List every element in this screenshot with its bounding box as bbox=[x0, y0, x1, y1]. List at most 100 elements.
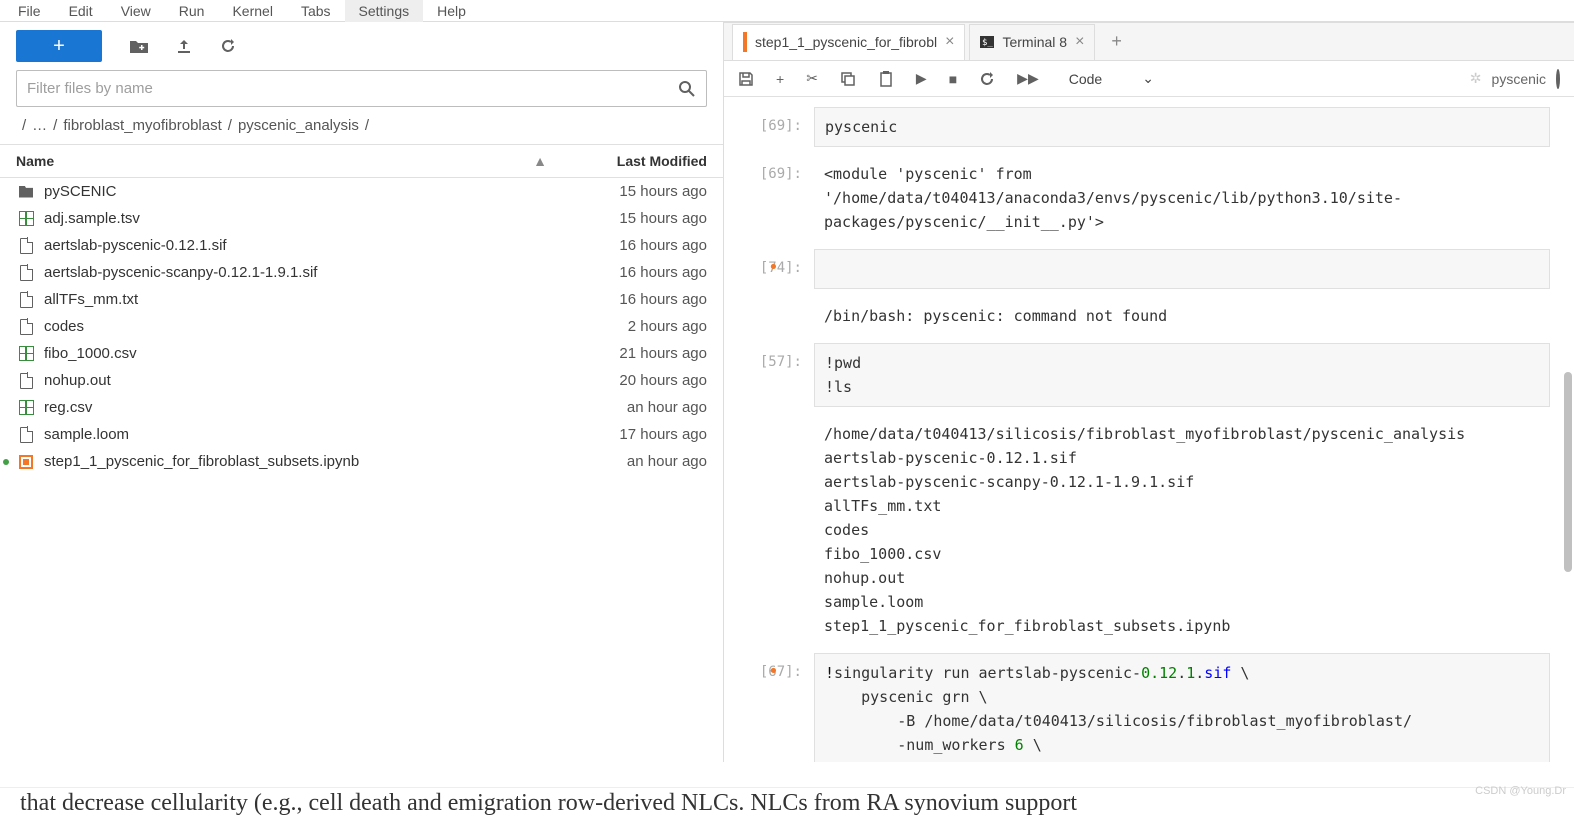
file-icon bbox=[16, 427, 36, 443]
notebook-cells[interactable]: [69]:pyscenic [69]:<module 'pyscenic' fro… bbox=[724, 97, 1574, 762]
paste-icon[interactable] bbox=[878, 71, 894, 87]
file-icon bbox=[16, 292, 36, 308]
file-modified: 2 hours ago bbox=[537, 318, 707, 335]
file-icon bbox=[16, 265, 36, 281]
file-row[interactable]: pySCENIC15 hours ago bbox=[0, 178, 723, 205]
menu-file[interactable]: File bbox=[4, 0, 55, 22]
file-name: allTFs_mm.txt bbox=[44, 291, 537, 308]
cell[interactable]: [57]:!pwd !ls bbox=[734, 343, 1550, 407]
file-name: reg.csv bbox=[44, 399, 537, 416]
tab-terminal[interactable]: $_ Terminal 8 × bbox=[969, 24, 1095, 60]
insert-cell-icon[interactable]: + bbox=[776, 71, 784, 87]
search-icon[interactable] bbox=[678, 80, 696, 98]
file-row[interactable]: aertslab-pyscenic-scanpy-0.12.1-1.9.1.si… bbox=[0, 259, 723, 286]
file-row[interactable]: fibo_1000.csv21 hours ago bbox=[0, 340, 723, 367]
cell[interactable]: [74]: bbox=[734, 249, 1550, 289]
refresh-icon[interactable] bbox=[220, 38, 236, 54]
copy-icon[interactable] bbox=[840, 71, 856, 87]
run-icon[interactable]: ▶ bbox=[916, 70, 927, 87]
file-row[interactable]: reg.csvan hour ago bbox=[0, 394, 723, 421]
cut-icon[interactable]: ✂ bbox=[806, 70, 818, 87]
cell-prompt: [69]: bbox=[734, 155, 814, 241]
close-icon[interactable]: × bbox=[1075, 33, 1084, 51]
nb-icon bbox=[16, 455, 36, 469]
file-name: codes bbox=[44, 318, 537, 335]
file-name: pySCENIC bbox=[44, 183, 537, 200]
file-name: sample.loom bbox=[44, 426, 537, 443]
menu-edit[interactable]: Edit bbox=[55, 0, 107, 22]
stop-icon[interactable]: ■ bbox=[949, 71, 957, 87]
file-name: nohup.out bbox=[44, 372, 537, 389]
new-launcher-button[interactable]: + bbox=[16, 30, 102, 62]
svg-text:$_: $_ bbox=[982, 38, 993, 48]
file-browser: + / … / fibroblast_myofibroblast / pysce… bbox=[0, 22, 724, 762]
file-name: adj.sample.tsv bbox=[44, 210, 537, 227]
cell-prompt: [67]: bbox=[734, 653, 814, 762]
notebook-toolbar: + ✂ ▶ ■ ▶▶ Code⌄ ✲ pyscenic bbox=[724, 61, 1574, 97]
menu-bar: File Edit View Run Kernel Tabs Settings … bbox=[0, 0, 1574, 22]
fb-toolbar: + bbox=[0, 22, 723, 70]
file-row[interactable]: aertslab-pyscenic-0.12.1.sif16 hours ago bbox=[0, 232, 723, 259]
file-row[interactable]: adj.sample.tsv15 hours ago bbox=[0, 205, 723, 232]
col-modified[interactable]: Last Modified bbox=[547, 153, 707, 169]
sort-icon[interactable]: ▲ bbox=[533, 153, 547, 169]
upload-icon[interactable] bbox=[176, 38, 192, 54]
menu-run[interactable]: Run bbox=[165, 0, 219, 22]
file-icon bbox=[16, 238, 36, 254]
cell[interactable]: [69]:pyscenic bbox=[734, 107, 1550, 147]
file-modified: 21 hours ago bbox=[537, 345, 707, 362]
menu-help[interactable]: Help bbox=[423, 0, 480, 22]
menu-settings[interactable]: Settings bbox=[345, 0, 424, 22]
file-row[interactable]: sample.loom17 hours ago bbox=[0, 421, 723, 448]
scrollbar[interactable] bbox=[1564, 372, 1572, 572]
kernel-status-icon[interactable] bbox=[1556, 71, 1560, 87]
tab-label: Terminal 8 bbox=[1002, 34, 1067, 50]
file-list: pySCENIC15 hours agoadj.sample.tsv15 hou… bbox=[0, 178, 723, 475]
file-name: aertslab-pyscenic-scanpy-0.12.1-1.9.1.si… bbox=[44, 264, 537, 281]
new-folder-icon[interactable] bbox=[130, 39, 148, 53]
cell-prompt: [74]: bbox=[734, 249, 814, 289]
cell[interactable]: /home/data/t040413/silicosis/fibroblast_… bbox=[734, 415, 1550, 645]
restart-icon[interactable] bbox=[979, 71, 995, 87]
file-modified: 16 hours ago bbox=[537, 237, 707, 254]
tab-notebook[interactable]: step1_1_pyscenic_for_fibrobl × bbox=[732, 24, 965, 60]
cell[interactable]: /bin/bash: pyscenic: command not found bbox=[734, 297, 1550, 335]
cell[interactable]: [69]:<module 'pyscenic' from '/home/data… bbox=[734, 155, 1550, 241]
save-icon[interactable] bbox=[738, 71, 754, 87]
crumb-root[interactable]: / bbox=[22, 117, 26, 134]
restart-run-icon[interactable]: ▶▶ bbox=[1017, 70, 1039, 87]
close-icon[interactable]: × bbox=[945, 33, 954, 51]
cell-output: <module 'pyscenic' from '/home/data/t040… bbox=[814, 155, 1550, 241]
file-name: aertslab-pyscenic-0.12.1.sif bbox=[44, 237, 537, 254]
cell[interactable]: [67]:!singularity run aertslab-pyscenic-… bbox=[734, 653, 1550, 762]
file-list-header: Name ▲ Last Modified bbox=[0, 144, 723, 178]
chevron-down-icon: ⌄ bbox=[1142, 70, 1154, 87]
col-name[interactable]: Name bbox=[16, 153, 54, 169]
file-row[interactable]: allTFs_mm.txt16 hours ago bbox=[0, 286, 723, 313]
file-row[interactable]: nohup.out20 hours ago bbox=[0, 367, 723, 394]
crumb-ell[interactable]: … bbox=[32, 117, 47, 134]
csv-icon bbox=[16, 211, 36, 226]
file-row[interactable]: step1_1_pyscenic_for_fibroblast_subsets.… bbox=[0, 448, 723, 475]
menu-kernel[interactable]: Kernel bbox=[218, 0, 286, 22]
cell-output: /home/data/t040413/silicosis/fibroblast_… bbox=[814, 415, 1550, 645]
cell-prompt bbox=[734, 297, 814, 335]
file-row[interactable]: codes2 hours ago bbox=[0, 313, 723, 340]
code-input[interactable]: !pwd !ls bbox=[814, 343, 1550, 407]
crumb-1[interactable]: fibroblast_myofibroblast bbox=[63, 117, 221, 134]
file-icon bbox=[16, 319, 36, 335]
add-tab-button[interactable]: + bbox=[1099, 31, 1134, 52]
file-modified: an hour ago bbox=[537, 399, 707, 416]
code-input[interactable] bbox=[814, 249, 1550, 289]
kernel-name[interactable]: pyscenic bbox=[1492, 71, 1546, 87]
menu-tabs[interactable]: Tabs bbox=[287, 0, 345, 22]
filter-box bbox=[16, 70, 707, 107]
kernel-busy-icon[interactable]: ✲ bbox=[1470, 70, 1482, 87]
breadcrumb: / … / fibroblast_myofibroblast / pysceni… bbox=[0, 113, 723, 144]
filter-input[interactable] bbox=[27, 80, 678, 97]
code-input[interactable]: !singularity run aertslab-pyscenic-0.12.… bbox=[814, 653, 1550, 762]
menu-view[interactable]: View bbox=[107, 0, 165, 22]
crumb-2[interactable]: pyscenic_analysis bbox=[238, 117, 359, 134]
cell-type-dropdown[interactable]: Code⌄ bbox=[1061, 68, 1162, 89]
code-input[interactable]: pyscenic bbox=[814, 107, 1550, 147]
